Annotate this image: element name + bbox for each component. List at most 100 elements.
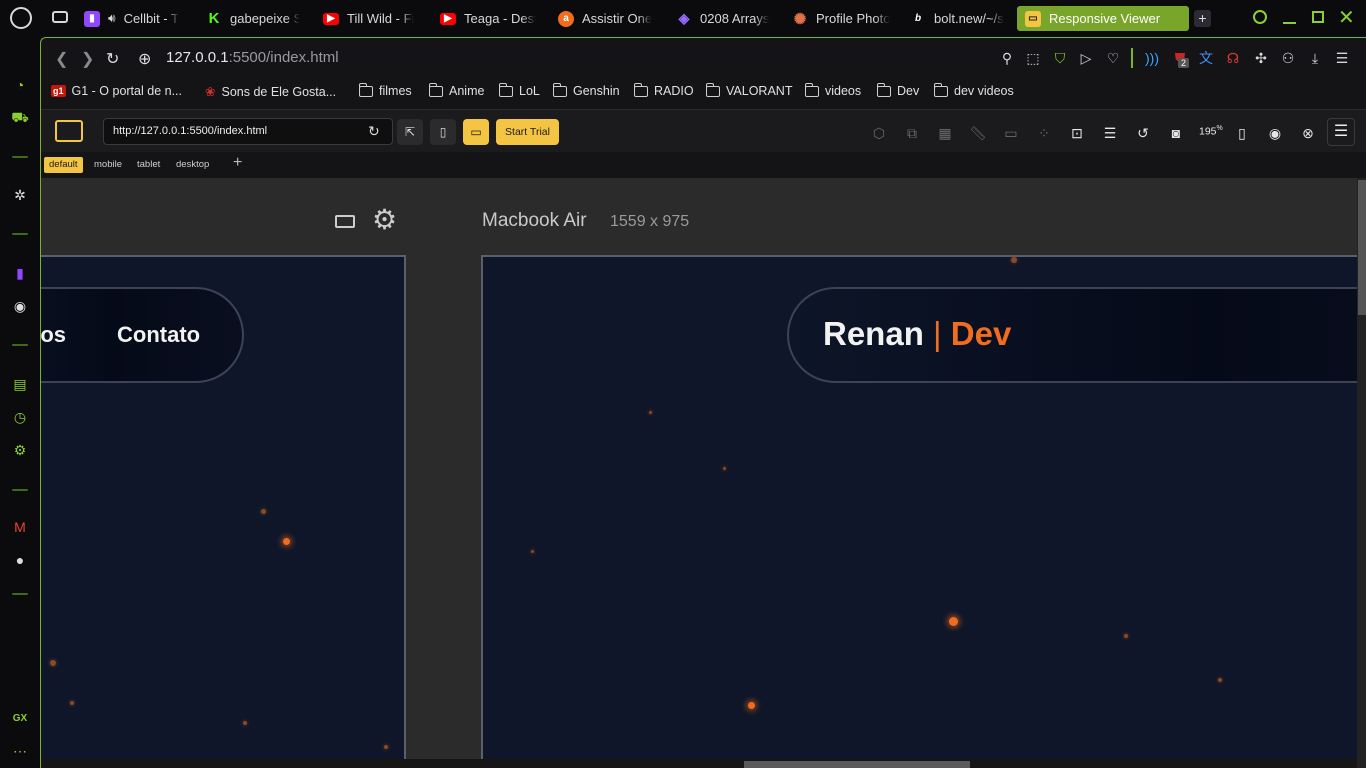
bookmark-folder-radio[interactable]: RADIO <box>633 82 694 98</box>
scroll-sync-button[interactable]: ▯ <box>430 119 456 145</box>
tab-profile-photo[interactable]: ✺ Profile Photo <box>792 6 890 31</box>
new-tab-button[interactable]: + <box>1194 10 1211 27</box>
wireless-icon[interactable]: ))) <box>1143 49 1161 67</box>
tab-desktop[interactable]: desktop <box>171 157 214 173</box>
bookmark-g1[interactable]: g1 G1 - O portal de n... <box>51 84 182 98</box>
discord-icon[interactable]: ◉ <box>1266 124 1284 142</box>
bookmark-sons[interactable]: ❀ Sons de Ele Gosta... <box>205 84 336 100</box>
horizontal-scrollbar[interactable] <box>41 759 1357 768</box>
discord-icon[interactable]: ◉ <box>10 296 30 316</box>
bookmark-folder-genshin[interactable]: Genshin <box>552 82 620 98</box>
tab-tablet[interactable]: tablet <box>132 157 165 173</box>
screenshot-area-icon[interactable]: ⊡ <box>1068 124 1086 142</box>
nav-link-projetos[interactable]: tos <box>41 322 66 348</box>
pin-icon[interactable]: ⚲ <box>998 49 1016 67</box>
tab-teaga[interactable]: ▶ Teaga - Dest <box>440 6 536 31</box>
tab-default[interactable]: default <box>44 157 83 173</box>
grid-icon[interactable]: ▦ <box>936 124 954 142</box>
tab-assistir-one[interactable]: a Assistir One <box>558 6 654 31</box>
particle <box>70 701 74 705</box>
translate-icon[interactable]: 文 <box>1197 49 1215 67</box>
minus-icon[interactable]: ▭ <box>1002 124 1020 142</box>
bookmark-folder-filmes[interactable]: filmes <box>358 82 412 98</box>
url-field[interactable]: 127.0.0.1:5500/index.html <box>166 49 339 66</box>
add-tab-button[interactable]: + <box>233 154 242 172</box>
tab-till-wild[interactable]: ▶ Till Wild - Fi <box>323 6 419 31</box>
nav-link-contato[interactable]: Contato <box>117 322 200 348</box>
bookmark-folder-anime[interactable]: Anime <box>428 82 484 98</box>
scrollbar-thumb[interactable] <box>1358 180 1366 315</box>
play-icon[interactable]: ▷ <box>1077 49 1095 67</box>
gamepad-icon[interactable] <box>52 11 68 23</box>
speaker-icon[interactable]: 🔊︎ <box>108 11 116 26</box>
opera-gx-logo-icon[interactable] <box>10 7 32 29</box>
menu-button[interactable]: ☰ <box>1327 118 1355 146</box>
overlap-icon[interactable]: ⧉ <box>903 124 921 142</box>
gx-corner-icon[interactable]: GX <box>10 708 30 728</box>
extensions-icon[interactable]: ✣ <box>1252 49 1270 67</box>
github-icon[interactable]: ● <box>10 550 30 570</box>
ruler-icon[interactable]: 📏︎ <box>969 124 987 142</box>
refresh-icon[interactable]: ↻ <box>368 123 380 140</box>
minimize-icon[interactable] <box>1283 22 1296 24</box>
download-icon[interactable]: ⤓ <box>1306 49 1324 67</box>
restore-icon[interactable] <box>1312 11 1324 23</box>
sidebar: ◔ ⛟ ✲ ▮ ◉ ▤ ◷ ⚙ M ● GX ⋯ <box>0 37 40 768</box>
device-toggle-icon[interactable] <box>335 215 355 228</box>
site-brand[interactable]: Renan | Dev <box>823 315 1011 353</box>
reload-icon[interactable]: ↻ <box>106 49 119 69</box>
settings-icon[interactable]: ⚙ <box>10 440 30 460</box>
device-orientation-icon[interactable]: ▯ <box>1233 124 1251 142</box>
bookmark-folder-dev-videos[interactable]: dev videos <box>933 82 1014 98</box>
layers-icon[interactable]: ☰ <box>1101 124 1119 142</box>
rv-url-input[interactable]: http://127.0.0.1:5500/index.html <box>103 118 393 145</box>
kick-icon: K <box>208 10 220 27</box>
zoom-level[interactable]: 195% <box>1199 125 1223 138</box>
easy-setup-icon[interactable]: ☰ <box>1333 49 1351 67</box>
twitch-icon[interactable]: ▮ <box>10 263 30 283</box>
search-icon[interactable] <box>1253 10 1267 24</box>
close-circle-icon[interactable]: ⊗ <box>1299 124 1317 142</box>
gx-control-icon[interactable]: ⛟ <box>10 108 30 128</box>
bookmark-folder-valorant[interactable]: VALORANT <box>705 82 792 98</box>
devices-button[interactable]: ▭ <box>463 119 489 145</box>
sidebar-divider <box>12 593 28 595</box>
speed-dial-icon[interactable]: ◔ <box>10 75 30 95</box>
responsive-viewer-logo-icon[interactable] <box>55 120 83 142</box>
history-icon[interactable]: ◷ <box>10 407 30 427</box>
gmail-icon[interactable]: M <box>10 517 30 537</box>
forward-icon[interactable]: ❯ <box>81 49 94 69</box>
more-icon[interactable]: ⋯ <box>10 741 30 761</box>
wallet-icon[interactable]: ▤ <box>10 374 30 394</box>
bookmark-folder-dev[interactable]: Dev <box>876 82 919 98</box>
start-trial-button[interactable]: Start Trial <box>496 119 559 145</box>
inspect-button[interactable]: ⇱ <box>397 119 423 145</box>
scrollbar-thumb[interactable] <box>744 761 970 768</box>
tab-arrays[interactable]: ◈ 0208 Arrays <box>676 6 772 31</box>
device-settings-icon[interactable]: ⚙ <box>372 203 397 236</box>
rotate-icon[interactable]: ↺ <box>1134 124 1152 142</box>
shield-icon[interactable]: ⛉ <box>1051 49 1069 67</box>
bookmark-folder-videos[interactable]: videos <box>804 82 861 98</box>
device-frame-right: Renan | Dev <box>481 255 1366 768</box>
site-info-icon[interactable]: ⊕ <box>138 49 151 69</box>
snapshot-icon[interactable]: ⬚ <box>1024 49 1042 67</box>
tab-cellbit[interactable]: ▮ 🔊︎ Cellbit - T <box>84 6 188 31</box>
account-icon[interactable]: ⚇ <box>1279 49 1297 67</box>
tab-bolt[interactable]: b bolt.new/~/s <box>910 6 1006 31</box>
back-icon[interactable]: ❮ <box>55 49 68 69</box>
devices-icon: ▭ <box>470 125 482 139</box>
dots-grid-icon[interactable]: ⁘ <box>1035 124 1053 142</box>
headphones-icon[interactable]: ☊ <box>1224 49 1242 67</box>
vertical-scrollbar[interactable] <box>1357 178 1366 768</box>
tab-gabepeixe[interactable]: K gabepeixe S <box>206 6 300 31</box>
tab-mobile[interactable]: mobile <box>89 157 127 173</box>
bookmark-folder-lol[interactable]: LoL <box>498 82 540 98</box>
camera-icon[interactable]: ◙ <box>1167 124 1185 142</box>
tab-responsive-viewer[interactable]: ▭ Responsive Viewer <box>1017 6 1189 31</box>
youtube-icon: ▶ <box>323 12 339 25</box>
close-window-icon[interactable]: ✕ <box>1338 5 1355 30</box>
heart-icon[interactable]: ♡ <box>1104 49 1122 67</box>
chatgpt-icon[interactable]: ✲ <box>10 185 30 205</box>
cube-icon[interactable]: ⬡ <box>870 124 888 142</box>
